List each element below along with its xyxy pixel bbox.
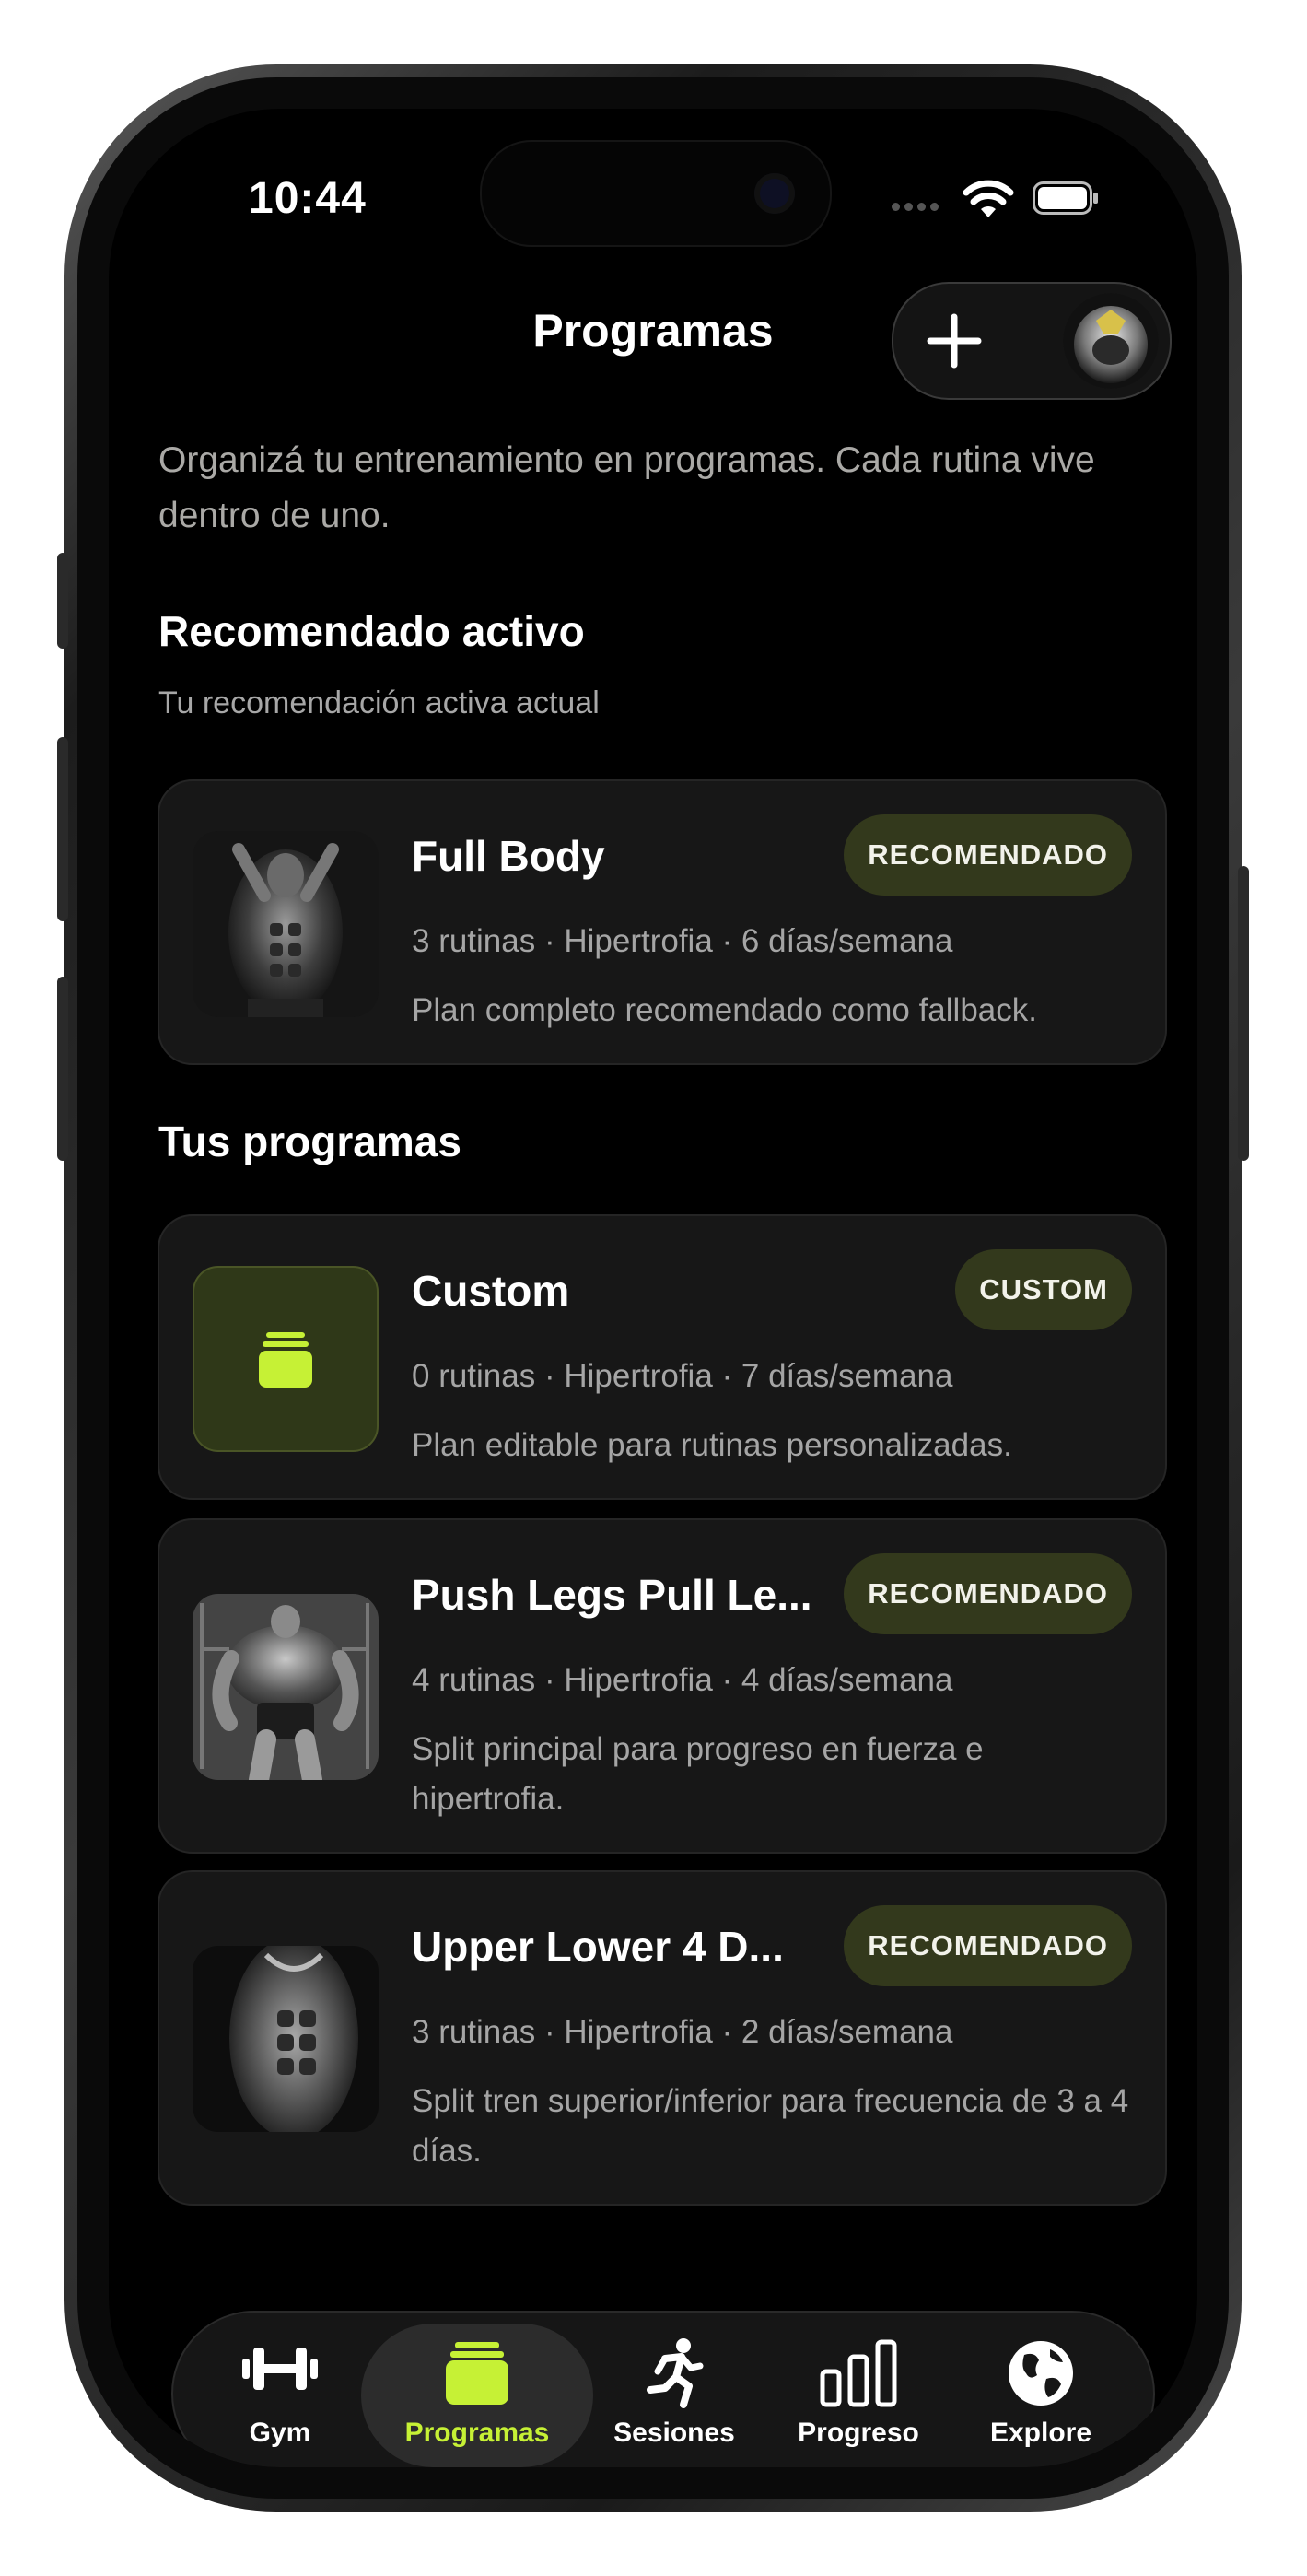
tab-progreso[interactable]: Progreso [766, 2313, 951, 2467]
tab-label: Explore [989, 2418, 1092, 2448]
globe-icon [1009, 2341, 1073, 2406]
tab-label: Sesiones [613, 2418, 735, 2448]
program-description: Split tren superior/inferior para frecue… [412, 2083, 1129, 2169]
intro-text: Organizá tu entrenamiento en programas. … [158, 440, 1095, 535]
status-badge: RECOMENDADO [844, 1905, 1132, 1986]
program-meta: 4 rutinas · Hipertrofia · 4 días/semana [412, 1662, 953, 1698]
recommended-section-title: Recomendado activo [158, 607, 585, 655]
front-camera-icon [754, 173, 795, 214]
programs-stack-icon [446, 2342, 508, 2405]
bar-chart-icon [820, 2339, 897, 2407]
recommended-section-subtitle: Tu recomendación activa actual [158, 685, 600, 720]
power-button [1238, 866, 1249, 1161]
program-card-full-body[interactable]: Full Body RECOMENDADO 3 rutinas · Hipert… [158, 779, 1167, 1065]
program-thumbnail [193, 1946, 379, 2132]
program-card-push-legs-pull[interactable]: Push Legs Pull Le... RECOMENDADO 4 rutin… [158, 1518, 1167, 1854]
battery-icon [1033, 181, 1098, 215]
tab-programas[interactable]: Programas [385, 2313, 569, 2467]
status-badge: CUSTOM [955, 1249, 1132, 1330]
wifi-icon [963, 180, 1014, 217]
tab-explore[interactable]: Explore [949, 2313, 1133, 2467]
program-meta: 3 rutinas · Hipertrofia · 6 días/semana [412, 923, 953, 959]
program-name: Push Legs Pull Le... [412, 1571, 812, 1619]
app-screen: 10:44 Programas Organizá tu entrenamient [109, 109, 1197, 2467]
program-thumbnail [193, 831, 379, 1017]
program-meta: 0 rutinas · Hipertrofia · 7 días/semana [412, 1358, 953, 1394]
running-icon [647, 2338, 704, 2408]
program-card-upper-lower[interactable]: Upper Lower 4 D... RECOMENDADO 3 rutinas… [158, 1870, 1167, 2206]
program-name: Full Body [412, 832, 605, 880]
status-time: 10:44 [249, 174, 367, 223]
tab-sesiones[interactable]: Sesiones [582, 2313, 766, 2467]
status-badge: RECOMENDADO [844, 814, 1132, 896]
tab-label: Programas [404, 2418, 550, 2448]
program-description: Split principal para progreso en fuerza … [412, 1731, 984, 1817]
program-description: Plan editable para rutinas personalizada… [412, 1427, 1012, 1463]
program-card-custom[interactable]: Custom CUSTOM 0 rutinas · Hipertrofia · … [158, 1214, 1167, 1500]
programs-stack-icon [259, 1332, 312, 1388]
program-thumbnail [193, 1266, 379, 1452]
volume-up-button [57, 737, 68, 921]
dynamic-island [480, 140, 832, 247]
tab-label: Progreso [798, 2418, 919, 2448]
cellular-signal-icon [892, 203, 939, 211]
program-name: Custom [412, 1267, 570, 1315]
profile-avatar-icon [1063, 293, 1159, 389]
header-actions [892, 282, 1172, 400]
dumbbell-icon [242, 2348, 318, 2390]
program-description: Plan completo recomendado como fallback. [412, 992, 1037, 1028]
status-badge: RECOMENDADO [844, 1553, 1132, 1634]
program-meta: 3 rutinas · Hipertrofia · 2 días/semana [412, 2014, 953, 2050]
my-programs-section-title: Tus programas [158, 1118, 461, 1165]
avatar[interactable] [1063, 293, 1159, 389]
volume-down-button [57, 977, 68, 1161]
program-thumbnail [193, 1594, 379, 1780]
action-button [57, 553, 68, 649]
tab-gym[interactable]: Gym [188, 2313, 372, 2467]
program-name: Upper Lower 4 D... [412, 1923, 784, 1971]
plus-icon[interactable] [916, 302, 993, 380]
tab-bar: Gym Programas Sesiones Progreso Explore [171, 2311, 1155, 2467]
tab-label: Gym [249, 2418, 311, 2448]
